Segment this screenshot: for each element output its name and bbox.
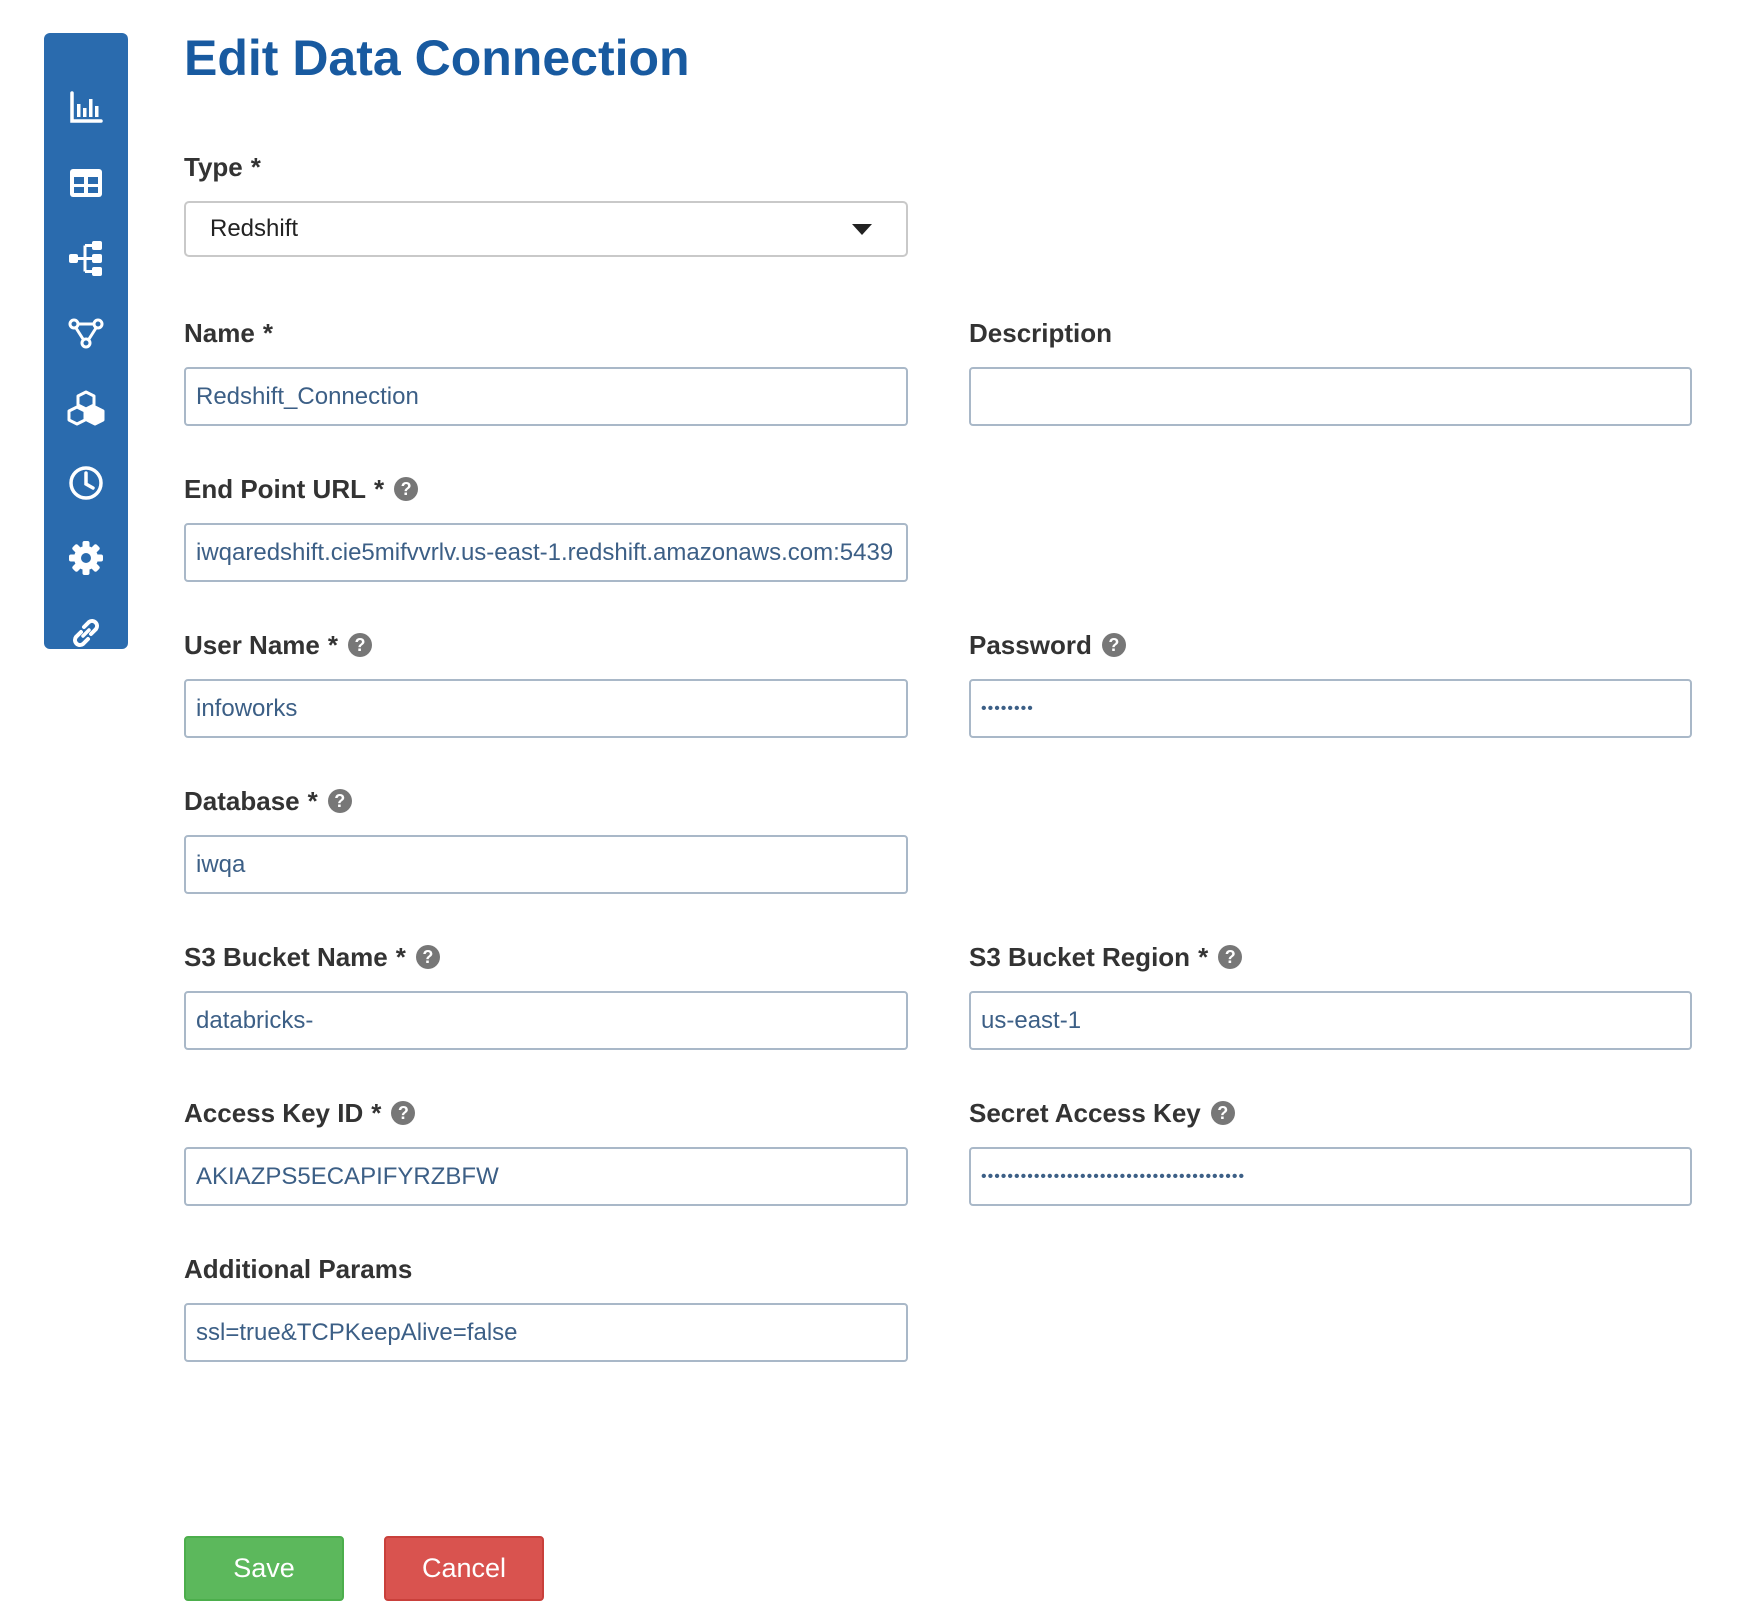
endpoint-url-label-text: End Point URL: [184, 474, 366, 504]
user-name-input[interactable]: [184, 679, 908, 738]
password-label: Password ?: [969, 629, 1126, 661]
name-input[interactable]: [184, 367, 908, 426]
required-marker: *: [373, 474, 385, 504]
help-icon[interactable]: ?: [415, 945, 440, 969]
type-select-value: Redshift: [210, 215, 299, 242]
required-marker: *: [1198, 942, 1209, 972]
table-icon: [70, 169, 102, 197]
sidebar-item-schedules[interactable]: [44, 453, 128, 513]
s3-bucket-name-label-text: S3 Bucket Name: [184, 942, 388, 972]
user-name-label-text: User Name: [184, 630, 320, 660]
s3-bucket-name-label: S3 Bucket Name * ?: [184, 941, 440, 973]
sidebar-item-cubes[interactable]: [44, 378, 128, 438]
description-label-text: Description: [969, 318, 1113, 348]
required-marker: *: [307, 786, 318, 816]
help-icon[interactable]: ?: [347, 633, 372, 657]
user-name-label: User Name * ?: [184, 629, 372, 661]
sidebar-item-settings[interactable]: [44, 528, 128, 588]
additional-params-label-text: Additional Params: [184, 1254, 413, 1284]
cubes-icon: [67, 390, 105, 426]
access-key-id-label-text: Access Key ID: [184, 1098, 364, 1128]
additional-params-input[interactable]: [184, 1303, 908, 1362]
s3-bucket-region-label-text: S3 Bucket Region: [969, 942, 1191, 972]
sidebar-item-connections[interactable]: [44, 603, 128, 663]
required-marker: *: [250, 152, 261, 182]
chevron-down-icon: [852, 223, 872, 235]
cancel-button[interactable]: Cancel: [384, 1536, 544, 1601]
access-key-id-input[interactable]: [184, 1147, 908, 1206]
page-title: Edit Data Connection: [184, 30, 690, 86]
s3-bucket-region-input[interactable]: [969, 991, 1692, 1050]
description-label: Description: [969, 317, 1112, 349]
type-label: Type *: [184, 151, 261, 183]
help-icon[interactable]: ?: [1210, 1101, 1235, 1125]
s3-bucket-region-label: S3 Bucket Region * ?: [969, 941, 1243, 973]
endpoint-url-input[interactable]: [184, 523, 908, 582]
sidebar-item-hierarchy[interactable]: [44, 228, 128, 288]
sidebar-nav: [44, 33, 128, 649]
sidebar-item-workflows[interactable]: [44, 303, 128, 363]
workflow-icon: [68, 318, 104, 349]
sidebar-item-dashboard[interactable]: [44, 77, 128, 137]
gear-icon: [69, 541, 103, 575]
help-icon[interactable]: ?: [1218, 945, 1243, 969]
help-icon[interactable]: ?: [1101, 633, 1126, 657]
hierarchy-icon: [69, 241, 102, 276]
help-icon[interactable]: ?: [394, 477, 419, 501]
clock-icon: [69, 466, 103, 500]
type-select[interactable]: Redshift: [184, 201, 908, 257]
type-label-text: Type: [184, 152, 243, 182]
endpoint-url-label: End Point URL * ?: [184, 473, 419, 505]
password-input[interactable]: [969, 679, 1692, 738]
help-icon[interactable]: ?: [327, 789, 352, 813]
database-label-text: Database: [184, 786, 300, 816]
required-marker: *: [395, 942, 406, 972]
secret-access-key-label: Secret Access Key ?: [969, 1097, 1235, 1129]
database-label: Database * ?: [184, 785, 352, 817]
save-button[interactable]: Save: [184, 1536, 344, 1601]
required-marker: *: [327, 630, 338, 660]
sidebar-item-tables[interactable]: [44, 153, 128, 213]
help-icon[interactable]: ?: [391, 1101, 416, 1125]
secret-access-key-label-text: Secret Access Key: [969, 1098, 1201, 1128]
access-key-id-label: Access Key ID * ?: [184, 1097, 416, 1129]
password-label-text: Password: [969, 630, 1092, 660]
s3-bucket-name-input[interactable]: [184, 991, 908, 1050]
required-marker: *: [371, 1098, 382, 1128]
required-marker: *: [262, 318, 273, 348]
secret-access-key-input[interactable]: [969, 1147, 1692, 1206]
description-input[interactable]: [969, 367, 1692, 426]
name-label-text: Name: [184, 318, 255, 348]
database-input[interactable]: [184, 835, 908, 894]
bar-chart-icon: [70, 91, 103, 123]
name-label: Name *: [184, 317, 273, 349]
link-icon: [73, 619, 99, 647]
additional-params-label: Additional Params: [184, 1253, 412, 1285]
